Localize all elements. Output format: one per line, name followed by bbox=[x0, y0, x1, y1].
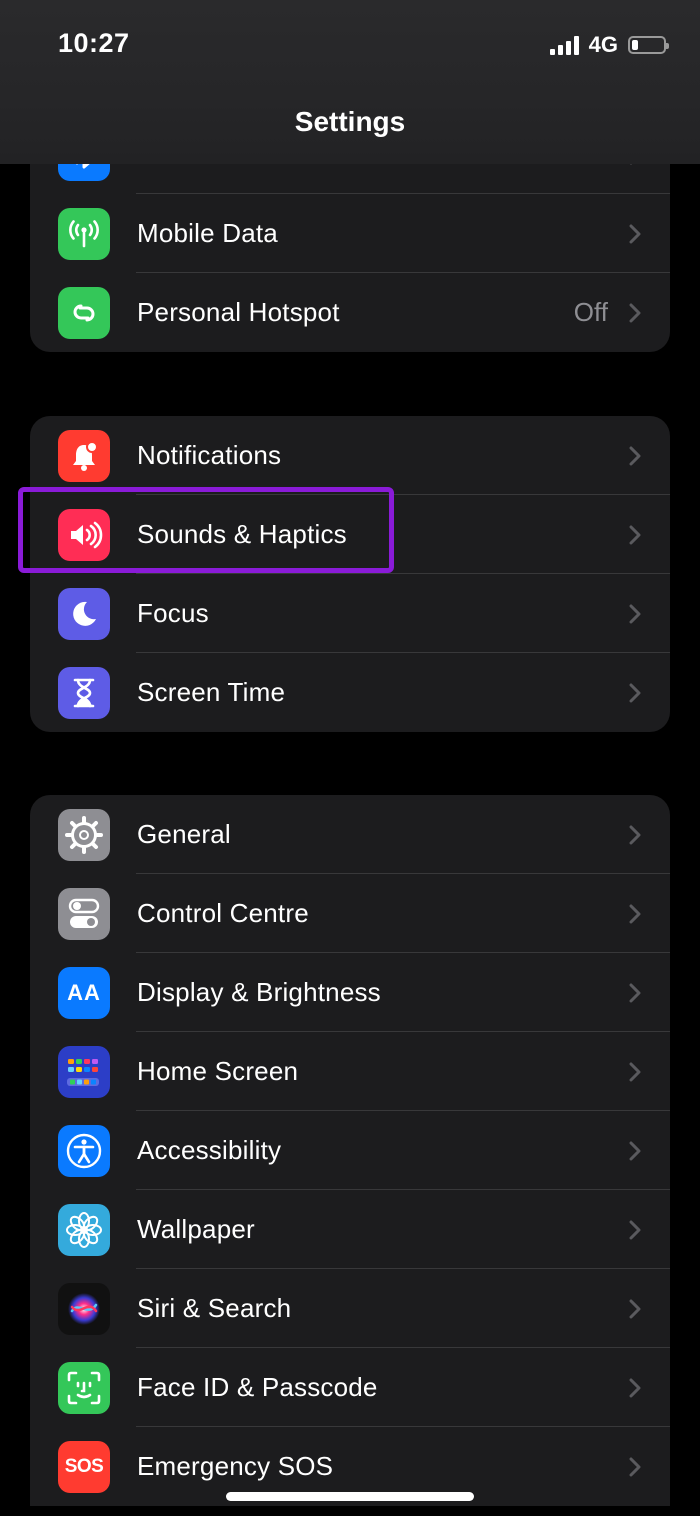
settings-row-label: Face ID & Passcode bbox=[137, 1372, 378, 1402]
chevron-right-icon bbox=[629, 446, 641, 465]
text-size-icon-glyph: AA bbox=[67, 979, 101, 1005]
chevron-right-icon bbox=[629, 904, 641, 923]
chevron-right-icon bbox=[629, 224, 641, 243]
settings-row-label: Accessibility bbox=[137, 1135, 282, 1165]
page-title: Settings bbox=[294, 106, 406, 137]
settings-row-label: Emergency SOS bbox=[137, 1451, 334, 1481]
settings-row-general[interactable]: General bbox=[30, 795, 670, 874]
settings-row-focus[interactable]: Focus bbox=[30, 574, 670, 653]
settings-row-label: Siri & Search bbox=[137, 1293, 292, 1323]
settings-row-home-screen[interactable]: Home Screen bbox=[30, 1032, 670, 1111]
moon-icon bbox=[58, 587, 110, 640]
status-time: 10:27 bbox=[58, 28, 130, 58]
settings-row-screen-time[interactable]: Screen Time bbox=[30, 653, 670, 732]
chevron-right-icon bbox=[629, 1299, 641, 1318]
chevron-right-icon bbox=[629, 825, 641, 844]
home-indicator[interactable] bbox=[226, 1492, 474, 1501]
sos-icon-glyph: SOS bbox=[64, 1455, 104, 1477]
settings-row-control-centre[interactable]: Control Centre bbox=[30, 874, 670, 953]
text-size-icon: AA bbox=[58, 966, 110, 1019]
system-group: General Control Centre AA Display & Brig… bbox=[30, 795, 670, 1506]
settings-row-label: Control Centre bbox=[137, 898, 309, 928]
settings-row-label: Display & Brightness bbox=[137, 977, 381, 1007]
settings-row-notifications[interactable]: Notifications bbox=[30, 416, 670, 495]
hotspot-icon bbox=[58, 286, 110, 339]
chevron-right-icon bbox=[629, 1457, 641, 1476]
gear-icon bbox=[58, 808, 110, 861]
network-type: 4G bbox=[588, 32, 618, 57]
toggles-icon bbox=[58, 887, 110, 940]
settings-row-wallpaper[interactable]: Wallpaper bbox=[30, 1190, 670, 1269]
face-id-icon bbox=[58, 1361, 110, 1414]
chevron-right-icon bbox=[629, 1141, 641, 1160]
cellular-signal-icon bbox=[549, 35, 579, 55]
sos-icon: SOS bbox=[58, 1440, 110, 1493]
notifications-group: Notifications Sounds & Haptics Focus Scr… bbox=[30, 416, 670, 732]
settings-row-mobile-data[interactable]: Mobile Data bbox=[30, 194, 670, 273]
settings-row-value: Off bbox=[573, 297, 608, 327]
settings-row-label: Home Screen bbox=[137, 1056, 299, 1086]
chevron-right-icon bbox=[629, 1220, 641, 1239]
flower-icon bbox=[58, 1203, 110, 1256]
chevron-right-icon bbox=[629, 683, 641, 702]
accessibility-icon bbox=[58, 1124, 110, 1177]
chevron-right-icon bbox=[629, 983, 641, 1002]
status-indicators: 4G bbox=[549, 32, 669, 58]
settings-row-label: Wallpaper bbox=[137, 1214, 255, 1244]
battery-level-fill bbox=[632, 40, 638, 50]
antenna-icon bbox=[58, 207, 110, 260]
settings-row-face-id-passcode[interactable]: Face ID & Passcode bbox=[30, 1348, 670, 1427]
settings-row-label: Screen Time bbox=[137, 677, 286, 707]
chevron-right-icon bbox=[629, 525, 641, 544]
settings-row-personal-hotspot[interactable]: Personal Hotspot Off bbox=[30, 273, 670, 352]
status-and-nav-header: 10:27 4G Settings bbox=[0, 0, 700, 164]
chevron-right-icon bbox=[629, 303, 641, 322]
settings-row-label: Notifications bbox=[137, 440, 282, 470]
app-grid-icon bbox=[58, 1045, 110, 1098]
chevron-right-icon bbox=[629, 1378, 641, 1397]
siri-icon bbox=[58, 1282, 110, 1335]
highlight-box bbox=[18, 487, 394, 573]
settings-row-label: General bbox=[137, 819, 231, 849]
chevron-right-icon bbox=[629, 1062, 641, 1081]
bell-icon bbox=[58, 429, 110, 482]
settings-row-label: Mobile Data bbox=[137, 218, 278, 248]
battery-icon bbox=[628, 36, 669, 54]
hourglass-icon bbox=[58, 666, 110, 719]
settings-row-label: Personal Hotspot bbox=[137, 297, 340, 327]
settings-row-accessibility[interactable]: Accessibility bbox=[30, 1111, 670, 1190]
settings-row-label: Focus bbox=[137, 598, 209, 628]
chevron-right-icon bbox=[629, 604, 641, 623]
settings-row-display-brightness[interactable]: AA Display & Brightness bbox=[30, 953, 670, 1032]
settings-row-siri-search[interactable]: Siri & Search bbox=[30, 1269, 670, 1348]
